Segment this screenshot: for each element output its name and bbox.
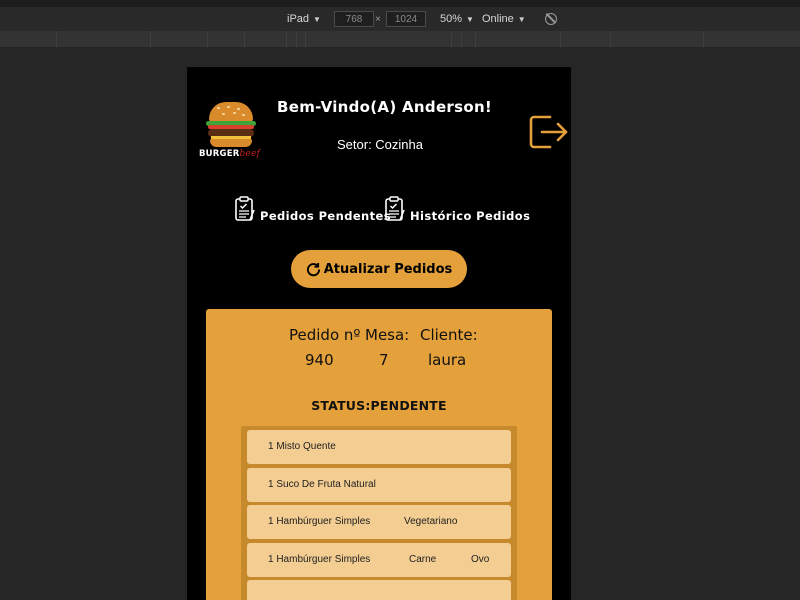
logo-text: BURGER — [199, 149, 240, 159]
item-option: Carne — [409, 553, 437, 565]
client-name: laura — [428, 351, 467, 369]
width-field[interactable]: 768 — [334, 7, 374, 31]
nav-order-history[interactable]: Histórico Pedidos — [384, 191, 530, 223]
list-item: 1 Hambúrguer Simples Vegetariano — [247, 505, 511, 539]
nav-pending-orders[interactable]: Pedidos Pendentes — [234, 191, 391, 223]
width-input[interactable]: 768 — [334, 11, 374, 27]
list-item: 1 Misto Quente — [247, 430, 511, 464]
table-number: 7 — [379, 351, 389, 369]
logout-icon — [529, 115, 568, 149]
item-option: Ovo — [471, 553, 490, 565]
nav-pending-label: Pedidos Pendentes — [260, 209, 391, 223]
zoom-label: 50% — [440, 13, 463, 25]
clipboard-check-icon — [385, 196, 405, 221]
devtools-toolbar: iPad ▼ 768 × 1024 50% ▼ Online ▼ — [0, 7, 800, 31]
logo-script: beef — [239, 149, 261, 159]
item-name: 1 Misto Quente — [268, 441, 336, 452]
logout-button[interactable] — [528, 111, 568, 153]
list-item: 1 Suco De Fruta Natural — [247, 467, 511, 502]
item-option: Vegetariano — [404, 516, 458, 527]
order-card: Pedido nº 940 Mesa: 7 Cliente: laura STA… — [206, 309, 552, 600]
item-name: 1 Hambúrguer Simples — [268, 516, 371, 527]
device-select-label: iPad — [287, 13, 310, 25]
table-label: Mesa: — [365, 326, 410, 344]
rotate-device-button[interactable] — [545, 7, 557, 31]
chevron-down-icon: ▼ — [466, 14, 474, 24]
order-number: 940 — [305, 351, 334, 369]
network-select[interactable]: Online ▼ — [482, 7, 526, 31]
device-select[interactable]: iPad ▼ — [287, 7, 321, 31]
list-item — [247, 580, 511, 600]
height-input[interactable]: 1024 — [386, 11, 426, 27]
refresh-orders-button[interactable]: Atualizar Pedidos — [291, 250, 467, 288]
clipboard-check-icon — [235, 196, 255, 221]
times-sign: × — [375, 13, 381, 25]
rotate-device-icon — [545, 13, 557, 25]
list-item: 1 Hambúrguer Simples Carne Ovo — [247, 542, 511, 577]
item-name: 1 Hambúrguer Simples — [268, 553, 371, 565]
refresh-orders-label: Atualizar Pedidos — [323, 261, 453, 277]
devtools-top-strip — [0, 0, 800, 7]
order-number-label: Pedido nº — [289, 326, 361, 344]
sector-label: Setor: Cozinha — [337, 137, 423, 152]
logo-wordmark: BURGERbeef — [199, 149, 269, 159]
chevron-down-icon: ▼ — [313, 14, 321, 24]
dimension-separator: × — [375, 7, 381, 31]
item-name: 1 Suco De Fruta Natural — [268, 478, 376, 490]
device-viewport: BURGERbeef Bem-Vindo(A) Anderson! Setor:… — [187, 67, 571, 600]
client-label: Cliente: — [420, 326, 478, 344]
chevron-down-icon: ▼ — [517, 14, 526, 24]
height-field[interactable]: 1024 — [386, 7, 426, 31]
burger-logo: BURGERbeef — [199, 102, 265, 164]
refresh-icon — [306, 262, 320, 276]
zoom-select[interactable]: 50% ▼ — [440, 7, 474, 31]
order-status: STATUS:PENDENTE — [311, 398, 447, 413]
welcome-heading: Bem-Vindo(A) Anderson! — [277, 98, 493, 116]
order-items-list: 1 Misto Quente 1 Suco De Fruta Natural 1… — [241, 426, 517, 600]
nav-history-label: Histórico Pedidos — [410, 209, 531, 223]
network-label: Online — [482, 13, 514, 25]
media-query-ruler — [0, 31, 800, 48]
